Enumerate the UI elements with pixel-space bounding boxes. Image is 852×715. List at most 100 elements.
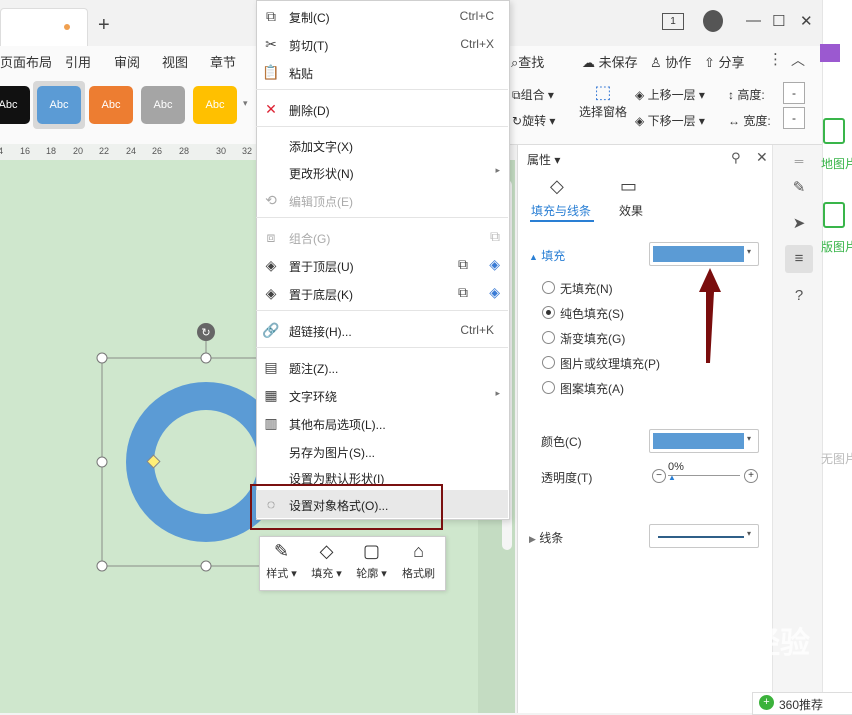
tab-chapter[interactable]: 章节 <box>210 52 236 71</box>
help-icon[interactable]: ? <box>785 282 813 310</box>
select-pane-button[interactable]: ⬚ 选择窗格 <box>577 82 629 120</box>
pen-icon[interactable]: ✎ <box>785 174 813 202</box>
effects-icon: ▭ <box>620 176 638 196</box>
menu-item-copy[interactable]: ⧉ 复制(C) Ctrl+C <box>256 2 508 30</box>
arrow-shape <box>699 268 721 363</box>
page-indicator[interactable]: 1 <box>662 13 684 30</box>
fill-section-header[interactable]: ▲ 填充 <box>529 247 565 264</box>
style-swatch-blue[interactable]: Abc <box>37 86 81 124</box>
settings-sliders-icon[interactable]: ≡ <box>785 245 813 273</box>
avatar[interactable] <box>703 10 723 32</box>
menu-item-hyperlink[interactable]: 🔗 超链接(H)... Ctrl+K <box>256 316 508 344</box>
search-button[interactable]: ⌕查找 <box>511 52 544 71</box>
text-wrap-icon: ▦ <box>264 387 278 403</box>
menu-item-caption[interactable]: ▤ 题注(Z)... <box>256 353 508 381</box>
maximize-icon[interactable]: ☐ <box>772 12 785 30</box>
cursor-icon[interactable]: ➤ <box>785 210 813 238</box>
drag-handle-icon[interactable]: ═ <box>785 147 813 175</box>
green-doc-icon[interactable] <box>823 118 845 144</box>
resize-handle-bottom[interactable] <box>200 560 212 572</box>
menu-item-layout-options[interactable]: ▥ 其他布局选项(L)... <box>256 409 508 437</box>
menu-item-bring-top[interactable]: ◈ 置于顶层(U) ⧉ ◈ <box>256 251 508 279</box>
line-section-header[interactable]: ▶ 线条 <box>529 529 563 546</box>
swatch-more-icon[interactable]: ▾ <box>243 98 248 109</box>
more-icon[interactable]: ⋮ <box>768 50 783 68</box>
fill-color-dropdown[interactable]: ▾ <box>649 242 759 266</box>
tab-view[interactable]: 视图 <box>162 52 188 71</box>
close-icon[interactable]: ✕ <box>800 12 813 30</box>
radio-pattern-fill[interactable] <box>542 381 555 394</box>
tab-page-layout[interactable]: 页面布局 <box>0 52 52 71</box>
recommend-badge[interactable]: + 360推荐 <box>752 692 852 715</box>
resize-handle-tl[interactable] <box>96 352 108 364</box>
panel-close-icon[interactable]: ✕ <box>756 149 768 166</box>
donut-shape[interactable]: ↻ <box>96 318 276 578</box>
line-style-dropdown[interactable]: ▾ <box>649 524 759 548</box>
mini-outline-button[interactable]: ▢ 轮廓 ▾ <box>349 536 394 589</box>
resize-handle-left[interactable] <box>96 456 108 468</box>
new-tab-button[interactable]: + <box>98 14 110 37</box>
send-bottom-alt-icon[interactable]: ⧉ <box>458 284 468 301</box>
group-button[interactable]: ⧉组合 ▾ <box>512 86 554 103</box>
send-bottom-side-icon[interactable]: ◈ <box>489 284 500 301</box>
share-button[interactable]: ⇧ 分享 <box>704 52 745 71</box>
menu-item-change-shape[interactable]: 更改形状(N) ▸ <box>256 158 508 186</box>
radio-gradient-fill[interactable] <box>542 331 555 344</box>
group-icon: ⧉ <box>512 88 521 102</box>
slider-thumb[interactable]: ▲ <box>668 473 676 482</box>
unsaved-button[interactable]: ☁ 未保存 <box>582 52 638 71</box>
mini-style-button[interactable]: ✎ 样式 ▾ <box>259 536 304 589</box>
menu-separator <box>256 217 508 218</box>
green-doc-icon[interactable] <box>823 202 845 228</box>
rotate-button[interactable]: ↻旋转 ▾ <box>512 112 555 129</box>
collapse-ribbon-icon[interactable]: ︿ <box>791 50 805 70</box>
radio-solid-fill[interactable] <box>542 306 555 319</box>
mini-format-painter-button[interactable]: ⌂ 格式刷 <box>396 536 441 589</box>
panel-title[interactable]: 属性 ▾ <box>527 151 560 168</box>
tab-effects[interactable]: 效果 <box>619 202 643 219</box>
transparency-slider[interactable] <box>668 475 740 476</box>
menu-item-cut[interactable]: ✂ 剪切(T) Ctrl+X <box>256 30 508 58</box>
sidebar-item-2[interactable]: 版图片 <box>821 238 852 255</box>
resize-handle-bl[interactable] <box>96 560 108 572</box>
menu-item-text-wrap[interactable]: ▦ 文字环绕 ▸ <box>256 381 508 409</box>
style-swatch-orange[interactable]: Abc <box>89 86 133 124</box>
bring-top-side-icon[interactable]: ◈ <box>489 256 500 273</box>
menu-item-save-as-picture[interactable]: 另存为图片(S)... <box>256 437 508 465</box>
caption-icon: ▤ <box>264 359 278 375</box>
mini-fill-button[interactable]: ◇ 填充 ▾ <box>304 536 349 589</box>
tab-references[interactable]: 引用 <box>65 52 91 71</box>
menu-item-add-text[interactable]: 添加文字(X) <box>256 131 508 159</box>
tab-fill-line[interactable]: 填充与线条 <box>531 202 591 219</box>
label-solid-fill: 纯色填充(S) <box>560 307 624 321</box>
menu-item-delete[interactable]: ✕ 删除(D) <box>256 95 508 123</box>
collab-button[interactable]: ♙ 协作 <box>650 52 691 71</box>
send-backward-button[interactable]: ◈ 下移一层 ▾ <box>635 112 705 129</box>
bring-forward-button[interactable]: ◈ 上移一层 ▾ <box>635 86 705 103</box>
radio-no-fill[interactable] <box>542 281 555 294</box>
submenu-arrow-icon: ▸ <box>495 165 500 175</box>
style-swatch-gray[interactable]: Abc <box>141 86 185 124</box>
menu-item-send-bottom[interactable]: ◈ 置于底层(K) ⧉ ◈ <box>256 279 508 307</box>
sidebar-item-1[interactable]: 地图片 <box>821 155 852 172</box>
menu-separator <box>256 310 508 311</box>
label-picture-fill: 图片或纹理填充(P) <box>560 357 660 371</box>
pin-icon[interactable]: ⚲ <box>731 150 741 166</box>
height-stepper[interactable]: - <box>783 82 805 104</box>
menu-item-paste[interactable]: 📋 粘贴 <box>256 58 508 86</box>
transparency-minus-button[interactable]: − <box>652 469 666 483</box>
style-swatch-black[interactable]: Abc <box>0 86 30 124</box>
layers-icon: ◈ <box>265 285 277 301</box>
width-stepper[interactable]: - <box>783 107 805 129</box>
color-dropdown[interactable]: ▾ <box>649 429 759 453</box>
resize-handle-top[interactable] <box>200 352 212 364</box>
tab-review[interactable]: 审阅 <box>114 52 140 71</box>
layers-icon: ◈ <box>265 257 277 273</box>
bring-top-alt-icon[interactable]: ⧉ <box>458 256 468 273</box>
group-icon: ⧈ <box>266 229 276 245</box>
radio-picture-fill[interactable] <box>542 356 555 369</box>
style-swatch-yellow[interactable]: Abc <box>193 86 237 124</box>
minimize-icon[interactable]: — <box>746 12 761 29</box>
document-tab[interactable] <box>0 8 88 47</box>
transparency-plus-button[interactable]: + <box>744 469 758 483</box>
